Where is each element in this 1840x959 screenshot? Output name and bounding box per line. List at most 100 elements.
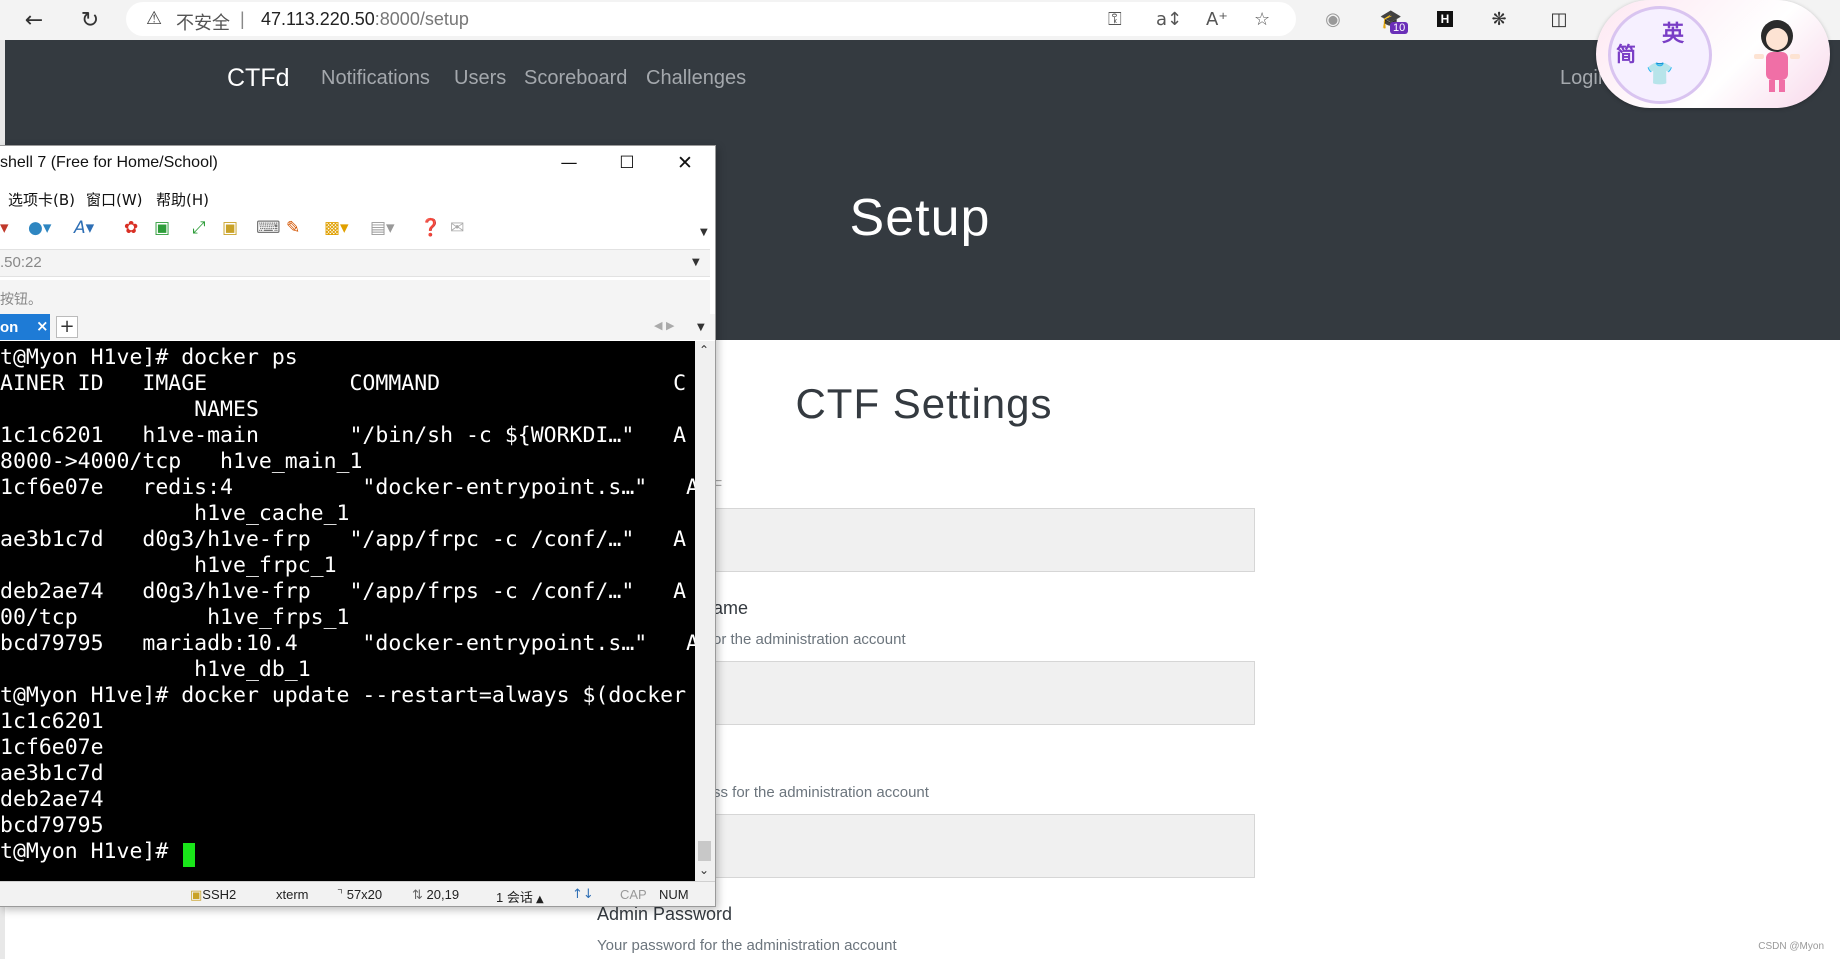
chat-icon[interactable]: ✉ — [450, 218, 464, 238]
transfer-arrows-icon: ↑↓ — [572, 887, 594, 902]
profile-avatar-sticker[interactable]: 英 简 👕 — [1596, 0, 1830, 108]
status-size: ⌝ 57x20 — [337, 887, 383, 902]
terminal-line: 00/tcp h1ve_frps_1 — [0, 605, 350, 630]
sessions-dropdown-icon: ▲ — [532, 894, 544, 905]
terminal-line: h1ve_frpc_1 — [0, 553, 337, 578]
terminal-prompt: t@Myon H1ve]# — [0, 839, 182, 864]
xftp-icon[interactable]: ✿ — [124, 218, 138, 238]
address-dropdown-icon[interactable]: ▼ — [692, 257, 700, 268]
terminal-line: bcd79795 mariadb:10.4 "docker-entrypoint… — [0, 631, 695, 656]
menu-window[interactable]: 窗口(W) — [86, 189, 143, 210]
key-icon[interactable]: ⚿ — [1108, 9, 1122, 30]
nav-notifications[interactable]: Notifications — [321, 67, 430, 90]
scroll-down-icon[interactable]: ⌄ — [699, 863, 709, 877]
read-aloud-icon[interactable]: a↕ — [1156, 9, 1182, 30]
xshell-hint-bar: 按钮。 — [0, 280, 710, 314]
xagent-icon[interactable]: ▣ — [154, 218, 170, 238]
status-sessions[interactable]: 1 会话 ▲ — [496, 887, 544, 906]
nav-scoreboard[interactable]: Scoreboard — [524, 67, 627, 90]
terminal-line: bcd79795 — [0, 813, 104, 838]
shirt-icon: 👕 — [1646, 62, 1674, 87]
xshell-menubar: 选项卡(B) 窗口(W) 帮助(H) — [0, 181, 715, 211]
layout-icon[interactable]: ▤▾ — [370, 218, 395, 238]
puzzle-extensions-icon[interactable]: ❋ — [1486, 6, 1512, 32]
insecure-label: 不安全 — [176, 13, 230, 34]
terminal-line: AINER ID IMAGE COMMAND C — [0, 371, 687, 396]
terminal-output[interactable]: t@Myon H1ve]# docker ps AINER ID IMAGE C… — [0, 341, 695, 881]
terminal-line: 1c1c6201 h1ve-main "/bin/sh -c ${WORKDI…… — [0, 423, 687, 448]
terminal-line: 8000->4000/tcp h1ve_main_1 — [0, 449, 363, 474]
status-num: NUM — [659, 887, 689, 902]
xshell-tab-bar: on × + ◀ ▶ ▼ — [0, 314, 715, 340]
close-icon[interactable]: ✕ — [656, 146, 714, 180]
status-protocol: ▣SSH2 — [190, 887, 237, 903]
font-icon[interactable]: A▾ — [74, 218, 94, 238]
fullscreen-icon[interactable]: ⤢ — [192, 218, 206, 238]
session-tab-label: on — [0, 319, 19, 336]
folder-icon[interactable]: ▩▾ — [324, 218, 349, 238]
terminal-line: t@Myon H1ve]# docker ps — [0, 345, 298, 370]
new-session-icon[interactable]: ▾ — [0, 218, 9, 238]
menu-help[interactable]: 帮助(H) — [156, 189, 209, 210]
status-terminal-type: xterm — [276, 887, 309, 902]
watermark: CSDN @Myon⁠⁠⁠ — [1758, 941, 1824, 952]
toolbar-overflow-icon[interactable]: ▼ — [700, 227, 708, 238]
terminal-line: 1cf6e07e — [0, 735, 104, 760]
terminal-line: 1cf6e07e redis:4 "docker-entrypoint.s…" … — [0, 475, 695, 500]
xshell-statusbar: ▣SSH2 xterm ⌝ 57x20 ⇅ 20,19 1 会话 ▲ ↑↓ CA… — [0, 881, 715, 906]
warning-icon: ⚠ — [146, 8, 163, 29]
terminal-line: 1c1c6201 — [0, 709, 104, 734]
star-icon[interactable]: ☆ — [1254, 9, 1270, 30]
status-caps: CAP — [620, 887, 647, 902]
terminal-line: ae3b1c7d d0g3/h1ve-frp "/app/frpc -c /co… — [0, 527, 687, 552]
help-icon[interactable]: ❓ — [420, 218, 441, 238]
globe-icon[interactable]: ●▾ — [28, 218, 51, 238]
size-icon: ⌝ — [337, 887, 347, 902]
session-tab[interactable]: on × — [0, 314, 50, 340]
translate-cn-char: 简 — [1616, 42, 1636, 66]
nav-challenges[interactable]: Challenges — [646, 67, 746, 90]
tab-list-dropdown-icon[interactable]: ▼ — [697, 322, 705, 333]
menu-tabs[interactable]: 选项卡(B) — [8, 189, 75, 210]
maximize-icon[interactable]: ☐ — [598, 146, 656, 180]
cartoon-girl-icon — [1754, 20, 1800, 92]
text-size-icon[interactable]: A⁺ — [1206, 9, 1228, 30]
xshell-address-value: .50:22 — [0, 254, 42, 271]
terminal-line: ae3b1c7d — [0, 761, 104, 786]
keyboard-icon[interactable]: ⌨ — [256, 218, 281, 238]
xshell-window[interactable]: shell 7 (Free for Home/School) — ☐ ✕ 选项卡… — [0, 145, 716, 907]
terminal-line: t@Myon H1ve]# docker update --restart=al… — [0, 683, 687, 708]
tab-scroll-arrows-icon[interactable]: ◀ ▶ — [654, 319, 674, 332]
split-screen-icon[interactable]: ◫ — [1546, 6, 1572, 32]
status-cursor-pos: ⇅ 20,19 — [412, 887, 460, 902]
admin-email-help: ss for the administration account — [713, 784, 929, 801]
admin-password-help: Your password for the administration acc… — [597, 937, 897, 954]
add-tab-icon[interactable]: + — [56, 316, 78, 338]
admin-password-label: Admin Password — [597, 904, 733, 924]
terminal-line: h1ve_db_1 — [0, 657, 311, 682]
url-host: 47.113.220.50 — [261, 9, 375, 29]
highlight-icon[interactable]: ✎ — [286, 218, 300, 238]
xshell-titlebar[interactable]: shell 7 (Free for Home/School) — ☐ ✕ — [0, 146, 715, 181]
address-bar[interactable]: ⚠ 不安全 | 47.113.220.50:8000/setup ⚿ a↕ A⁺… — [126, 2, 1296, 36]
translate-en-char: 英 — [1662, 22, 1685, 47]
url-text: 47.113.220.50:8000/setup — [261, 9, 469, 30]
cursor-pos-icon: ⇅ — [412, 887, 427, 902]
scroll-up-icon[interactable]: ⌃ — [699, 343, 709, 357]
h-extension-icon[interactable]: H — [1432, 6, 1458, 32]
terminal-line: NAMES — [0, 397, 259, 422]
lock-icon[interactable]: ▣ — [222, 218, 238, 238]
scroll-thumb[interactable] — [698, 841, 711, 861]
minimize-icon[interactable]: — — [540, 146, 598, 180]
close-tab-icon[interactable]: × — [36, 317, 49, 335]
back-arrow-icon[interactable]: ← — [18, 4, 50, 36]
nav-users[interactable]: Users — [454, 67, 506, 90]
address-separator: | — [240, 9, 245, 29]
circle-extension-icon[interactable]: ◉ — [1320, 6, 1346, 32]
xshell-address-bar[interactable]: .50:22 ▼ — [0, 249, 710, 277]
terminal-scrollbar[interactable]: ⌃ ⌄ — [695, 341, 715, 881]
reload-icon[interactable]: ↻ — [74, 4, 106, 36]
lock-status-icon: ▣ — [190, 888, 203, 903]
brand-link[interactable]: CTFd — [227, 64, 290, 93]
admin-username-label: ame — [713, 598, 749, 618]
